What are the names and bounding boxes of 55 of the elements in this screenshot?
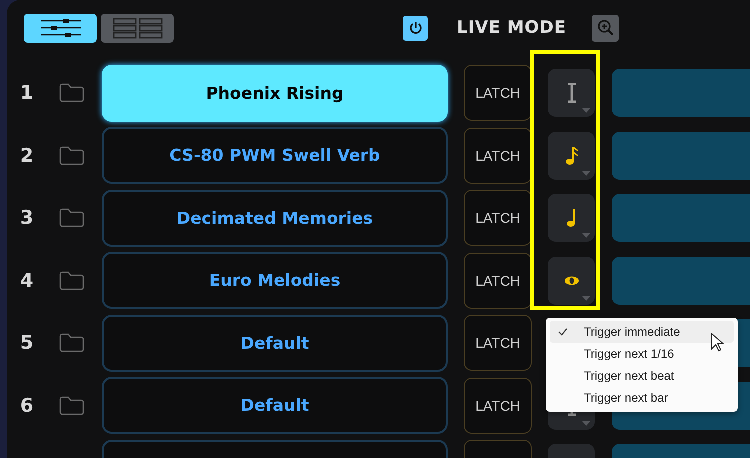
row-number: 6 — [20, 394, 34, 416]
clip-bar[interactable] — [612, 256, 750, 304]
latch-button[interactable]: LATCH — [464, 190, 532, 246]
folder-icon[interactable] — [59, 333, 85, 353]
checkmark-icon — [558, 328, 568, 336]
folder-icon[interactable] — [59, 270, 85, 290]
zoom-in-icon — [596, 19, 615, 37]
menu-item[interactable]: Trigger next bar — [550, 387, 734, 409]
folder-icon[interactable] — [59, 83, 85, 103]
folder-icon[interactable] — [59, 208, 85, 228]
latch-button[interactable]: LATCH — [464, 315, 532, 371]
latch-button[interactable]: LATCH — [464, 252, 532, 308]
menu-item[interactable]: Trigger immediate — [550, 321, 734, 343]
whole-note-icon — [564, 276, 580, 286]
folder-icon[interactable] — [59, 146, 85, 166]
mode-title: LIVE MODE — [457, 18, 566, 38]
menu-item[interactable]: Trigger next beat — [550, 365, 734, 387]
clip-bar[interactable] — [612, 194, 750, 242]
text-cursor-icon — [566, 83, 578, 103]
clip-bar[interactable] — [612, 69, 750, 117]
view-toggle-button[interactable] — [24, 14, 97, 42]
grid-icon — [112, 17, 164, 39]
folder-icon[interactable] — [59, 396, 85, 416]
dropdown-arrow-icon — [582, 296, 591, 300]
row-number: 4 — [20, 270, 34, 292]
power-button[interactable] — [403, 16, 428, 40]
zoom-button[interactable] — [592, 14, 620, 42]
row-number: 3 — [20, 207, 34, 229]
trigger-button[interactable] — [548, 256, 595, 304]
preset-button[interactable]: Default — [102, 377, 448, 434]
menu-item[interactable]: Trigger next 1/16 — [550, 343, 734, 365]
latch-button[interactable]: LATCH — [464, 128, 532, 184]
dropdown-arrow-icon — [582, 233, 591, 238]
mouse-pointer-icon — [711, 333, 725, 353]
preset-button[interactable]: Euro Melodies — [102, 252, 448, 309]
dropdown-arrow-icon — [582, 170, 591, 176]
row-number: 1 — [20, 82, 34, 104]
preset-button[interactable]: CS-80 PWM Swell Verb — [102, 127, 448, 184]
clip-bar[interactable] — [612, 132, 750, 180]
sixteenth-note-icon — [564, 146, 578, 166]
dropdown-arrow-icon — [582, 108, 591, 113]
trigger-button[interactable] — [548, 132, 595, 180]
latch-button[interactable]: LATCH — [464, 65, 532, 121]
latch-button[interactable]: LATCH — [464, 378, 532, 434]
preset-button[interactable]: Phoenix Rising — [102, 64, 448, 122]
row-number: 5 — [20, 332, 34, 354]
view-toggle-button[interactable] — [101, 14, 174, 42]
preset-button[interactable]: Decimated Memories — [102, 190, 448, 246]
power-icon — [408, 20, 424, 36]
quarter-note-icon — [566, 208, 578, 228]
row-number: 2 — [20, 144, 34, 166]
trigger-button[interactable] — [548, 194, 595, 242]
dropdown-arrow-icon — [582, 420, 591, 426]
trigger-button[interactable] — [548, 69, 595, 117]
preset-button[interactable]: Default — [102, 314, 448, 372]
